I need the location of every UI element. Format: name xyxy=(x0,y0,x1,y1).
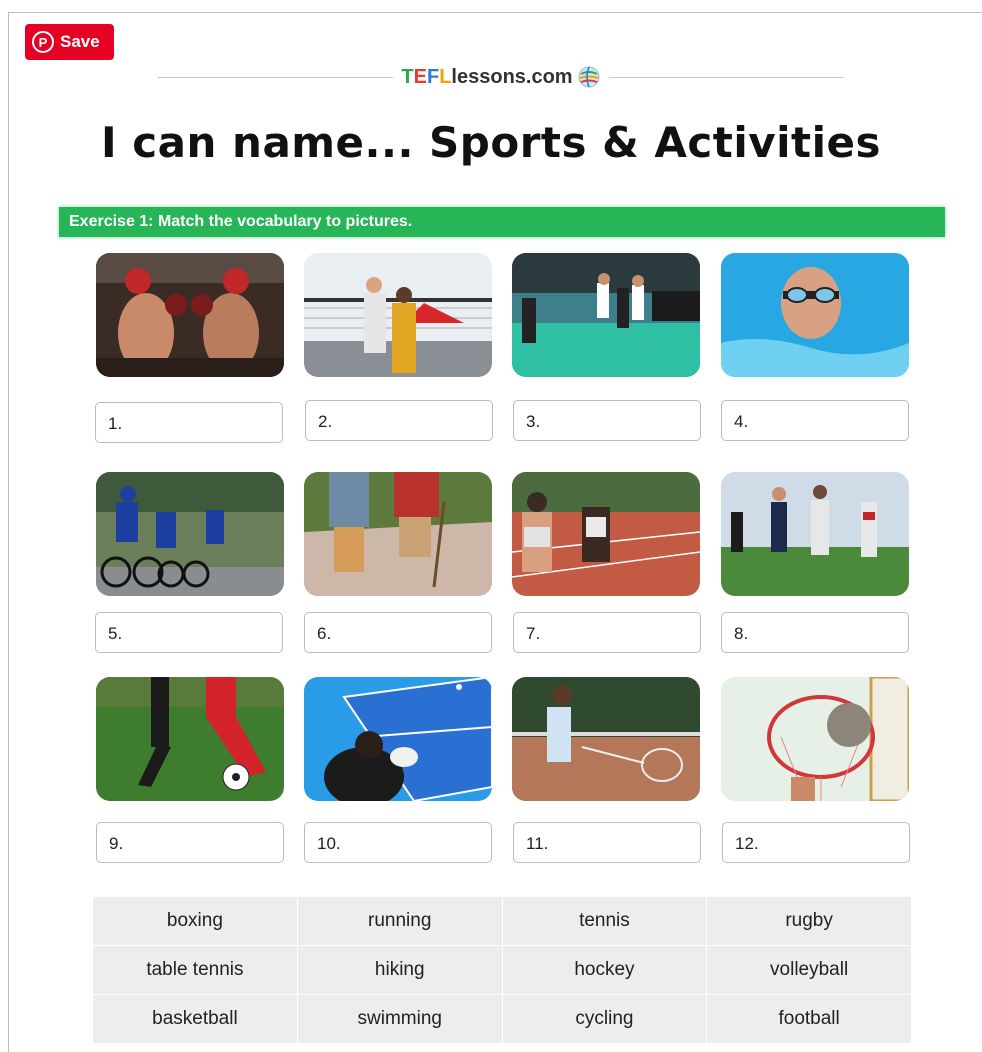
answer-number: 5. xyxy=(108,624,123,643)
answer-field[interactable]: 1. xyxy=(95,402,283,443)
logo-letter: T xyxy=(401,65,414,88)
save-button-label: Save xyxy=(60,32,100,51)
picture-boxing xyxy=(96,253,284,377)
picture-volleyball xyxy=(304,253,492,377)
word-bank-cell: football xyxy=(706,994,912,1044)
answer-field[interactable]: 4. xyxy=(721,400,909,441)
word-bank-cell: swimming xyxy=(296,994,503,1044)
answer-field[interactable]: 3. xyxy=(513,400,701,441)
answer-number: 12. xyxy=(735,834,759,853)
answer-field[interactable]: 8. xyxy=(721,612,909,653)
answer-field[interactable]: 2. xyxy=(305,400,493,441)
answer-number: 10. xyxy=(317,834,341,853)
logo-letter: E xyxy=(413,65,427,88)
globe-icon xyxy=(578,66,600,88)
answer-number: 8. xyxy=(734,624,749,643)
picture-basketball xyxy=(721,677,909,801)
logo-text: lessons.com xyxy=(451,65,573,88)
answer-number: 2. xyxy=(318,412,333,431)
picture-table-tennis xyxy=(304,677,492,801)
answer-field[interactable]: 10. xyxy=(304,822,492,863)
word-bank-row: basketball swimming cycling football xyxy=(92,994,912,1044)
exercise-heading: Exercise 1: Match the vocabulary to pict… xyxy=(59,207,945,237)
answer-number: 4. xyxy=(734,412,749,431)
answer-field[interactable]: 6. xyxy=(304,612,492,653)
word-bank-cell: table tennis xyxy=(92,945,298,995)
picture-hiking xyxy=(304,472,492,596)
answer-field[interactable]: 9. xyxy=(96,822,284,863)
save-button[interactable]: P Save xyxy=(25,24,114,60)
answer-number: 7. xyxy=(526,624,541,643)
word-bank-cell: tennis xyxy=(501,896,708,946)
word-bank-cell: hiking xyxy=(296,945,503,995)
word-bank-cell: rugby xyxy=(706,896,912,946)
word-bank-cell: hockey xyxy=(501,945,708,995)
word-bank-cell: volleyball xyxy=(706,945,912,995)
page-title: I can name... Sports & Activities xyxy=(101,118,881,167)
word-bank-cell: boxing xyxy=(92,896,298,946)
word-bank-row: table tennis hiking hockey volleyball xyxy=(92,945,912,995)
answer-field[interactable]: 7. xyxy=(513,612,701,653)
answer-number: 11. xyxy=(526,834,549,853)
picture-running xyxy=(512,472,700,596)
site-logo: TEFLlessons.com xyxy=(393,65,608,89)
picture-cycling xyxy=(96,472,284,596)
word-bank-cell: running xyxy=(296,896,503,946)
brand-header: TEFLlessons.com xyxy=(158,62,845,92)
divider xyxy=(158,76,394,78)
divider xyxy=(608,76,845,78)
answer-field[interactable]: 5. xyxy=(95,612,283,653)
logo-letter: F xyxy=(426,65,440,88)
answer-field[interactable]: 12. xyxy=(722,822,910,863)
answer-number: 9. xyxy=(109,834,124,853)
picture-rugby xyxy=(721,472,909,596)
word-bank-cell: cycling xyxy=(501,994,708,1044)
answer-number: 1. xyxy=(108,414,123,433)
answer-number: 3. xyxy=(526,412,541,431)
picture-swimming xyxy=(721,253,909,377)
word-bank-row: boxing running tennis rugby xyxy=(92,896,912,946)
answer-number: 6. xyxy=(317,624,332,643)
picture-football xyxy=(96,677,284,801)
word-bank-cell: basketball xyxy=(92,994,298,1044)
word-bank: boxing running tennis rugby table tennis… xyxy=(92,896,912,1044)
picture-hockey xyxy=(512,253,700,377)
logo-letter: L xyxy=(439,65,452,88)
answer-field[interactable]: 11. xyxy=(513,822,701,863)
pinterest-icon: P xyxy=(32,31,54,53)
picture-tennis xyxy=(512,677,700,801)
